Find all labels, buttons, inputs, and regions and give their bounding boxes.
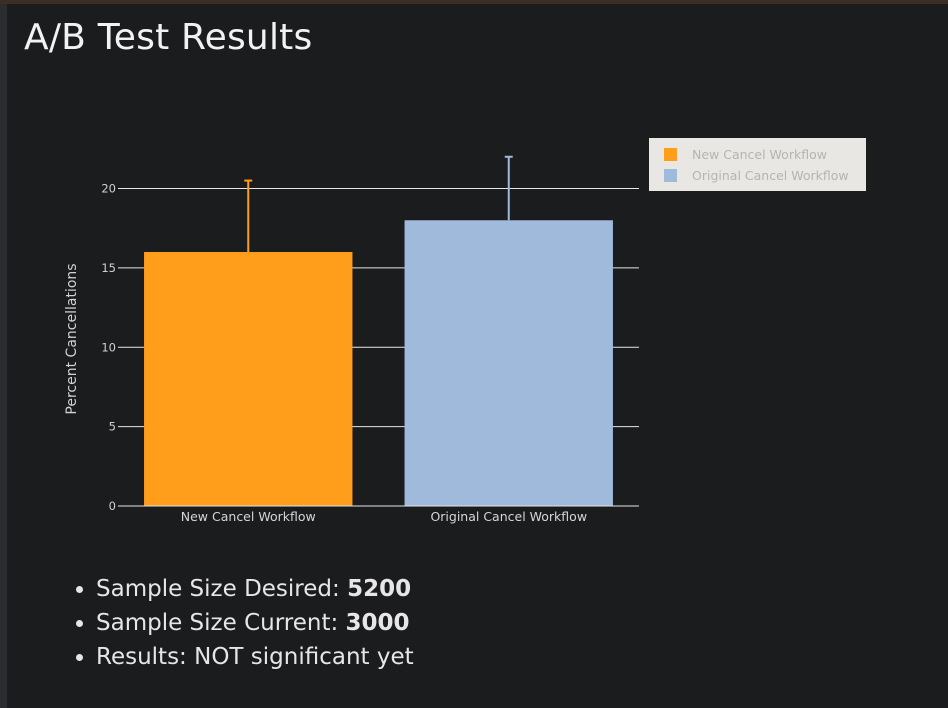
stat-current: Sample Size Current: 3000	[96, 606, 414, 640]
y-tick-label-10: 10	[101, 340, 116, 354]
legend-label-new: New Cancel Workflow	[692, 146, 827, 162]
legend-label-original: Original Cancel Workflow	[692, 167, 849, 183]
stat-desired-label: Sample Size Desired:	[96, 576, 348, 602]
bar-chart: 0 5 10 15 20 New Cancel Workflow Original Canc…	[64, 155, 639, 524]
stat-desired: Sample Size Desired: 5200	[96, 572, 414, 606]
bar-1	[404, 220, 613, 507]
legend-swatch-original	[664, 168, 677, 182]
legend-item-original[interactable]: Original Cancel Workflow	[664, 166, 849, 184]
x-tick-label-1: Original Cancel Workflow	[430, 509, 587, 524]
y-tick-label-20: 20	[101, 182, 116, 196]
y-tick-label-15: 15	[101, 261, 116, 275]
stat-results-text: Results: NOT significant yet	[96, 644, 414, 670]
stat-current-value: 3000	[345, 610, 410, 636]
stat-results: Results: NOT significant yet	[96, 640, 414, 674]
chart-legend[interactable]: New Cancel Workflow Original Cancel Work…	[649, 138, 866, 191]
stats-list: Sample Size Desired: 5200 Sample Size Cu…	[56, 572, 414, 674]
legend-swatch-new	[664, 147, 677, 161]
y-tick-label-5: 5	[109, 420, 116, 434]
legend-item-new[interactable]: New Cancel Workflow	[664, 145, 827, 163]
bar-0	[144, 252, 353, 506]
y-axis-title: Percent Cancellations	[64, 263, 80, 414]
x-tick-label-0: New Cancel Workflow	[181, 509, 316, 524]
y-tick-label-0: 0	[109, 499, 116, 513]
stat-current-label: Sample Size Current:	[96, 610, 346, 636]
stat-desired-value: 5200	[347, 576, 412, 602]
